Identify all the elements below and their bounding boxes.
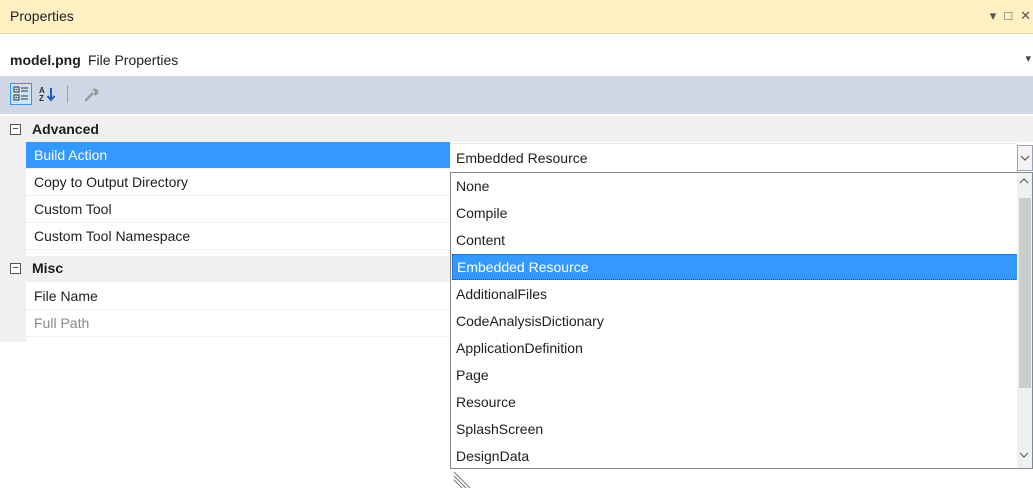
dropdown-option[interactable]: SplashScreen: [452, 416, 1018, 442]
object-type: File Properties: [88, 52, 179, 68]
categorized-icon: [13, 86, 28, 101]
close-icon[interactable]: ✕: [1020, 8, 1031, 24]
alphabetical-icon: A Z: [39, 86, 56, 102]
maximize-icon[interactable]: □: [1004, 8, 1012, 24]
wrench-icon: [84, 88, 99, 102]
dropdown-option[interactable]: AdditionalFiles: [452, 281, 1018, 307]
collapse-toggle-icon[interactable]: −: [10, 263, 21, 274]
property-custom-tool-namespace[interactable]: Custom Tool Namespace: [26, 223, 450, 250]
object-selector-icon[interactable]: ▾: [1025, 52, 1031, 65]
category-advanced[interactable]: [0, 116, 1033, 142]
panel-title: Properties: [10, 8, 74, 24]
scroll-down-icon[interactable]: [1019, 450, 1029, 461]
title-controls: ▾ □ ✕: [990, 8, 1031, 24]
grid-gutter: [0, 142, 26, 256]
dropdown-option[interactable]: Page: [452, 362, 1018, 388]
toolbar-separator: [67, 85, 68, 103]
dropdown-option[interactable]: Compile: [452, 200, 1018, 226]
dropdown-option[interactable]: Resource: [452, 389, 1018, 415]
svg-text:Z: Z: [39, 94, 44, 102]
scroll-up-icon[interactable]: [1019, 176, 1029, 187]
object-name: model.png: [10, 52, 81, 68]
collapse-toggle-icon[interactable]: −: [10, 124, 21, 135]
categorized-button[interactable]: [10, 83, 32, 105]
property-pages-button[interactable]: [80, 83, 102, 105]
scrollbar-thumb[interactable]: [1019, 198, 1031, 388]
category-label: Misc: [32, 260, 64, 276]
dropdown-option[interactable]: DesignData: [452, 443, 1018, 469]
combo-dropdown-button[interactable]: [1017, 145, 1033, 171]
dropdown-option-selected[interactable]: Embedded Resource: [452, 254, 1018, 280]
dropdown-option[interactable]: None: [452, 173, 1018, 199]
chevron-down-icon: [1020, 155, 1030, 161]
dropdown-option[interactable]: CodeAnalysisDictionary: [452, 308, 1018, 334]
property-copy-to-output[interactable]: Copy to Output Directory: [26, 169, 450, 196]
property-file-name[interactable]: File Name: [26, 283, 450, 310]
build-action-dropdown-list[interactable]: None Compile Content Embedded Resource A…: [450, 172, 1033, 469]
properties-title-bar: [0, 0, 1033, 34]
resize-grip-icon[interactable]: [452, 470, 474, 489]
dropdown-option[interactable]: Content: [452, 227, 1018, 253]
window-position-dropdown-icon[interactable]: ▾: [990, 8, 997, 24]
alphabetical-button[interactable]: A Z: [37, 83, 59, 105]
property-full-path[interactable]: Full Path: [26, 310, 450, 337]
category-label: Advanced: [32, 121, 99, 137]
build-action-combo-value[interactable]: Embedded Resource: [450, 143, 1017, 172]
properties-toolbar: [0, 76, 1033, 114]
property-custom-tool[interactable]: Custom Tool: [26, 196, 450, 223]
dropdown-option[interactable]: ApplicationDefinition: [452, 335, 1018, 361]
property-build-action[interactable]: Build Action: [26, 142, 450, 169]
grid-gutter: [0, 282, 26, 342]
